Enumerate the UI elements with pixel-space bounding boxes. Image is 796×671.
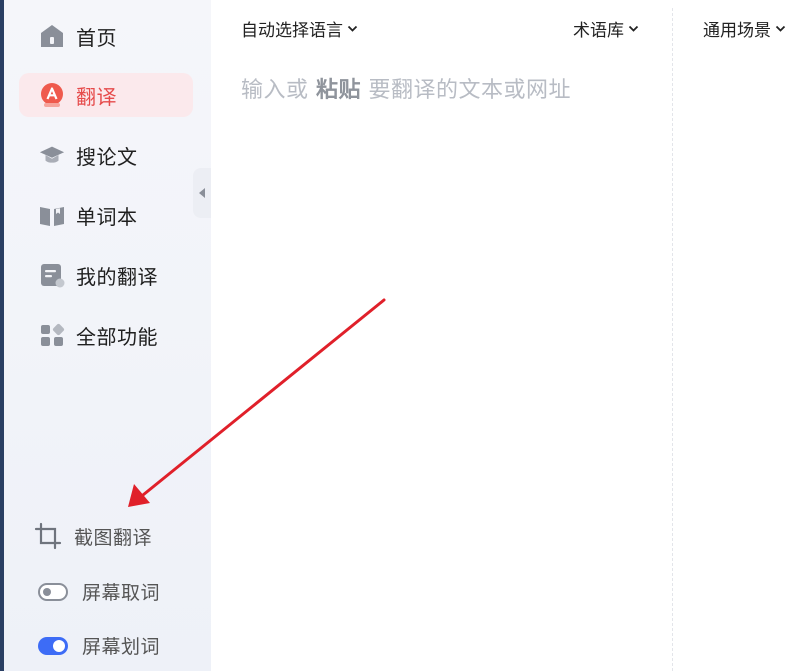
crop-icon xyxy=(34,522,62,550)
placeholder-emphasis: 粘贴 xyxy=(316,78,362,103)
book-icon xyxy=(39,202,65,228)
source-text-input[interactable]: 输入或 粘贴 要翻译的文本或网址 xyxy=(241,72,571,104)
screen-capture-word-label: 屏幕取词 xyxy=(82,582,161,604)
nav-label-all-features: 全部功能 xyxy=(76,324,158,349)
termbase-label: 术语库 xyxy=(573,21,624,41)
screen-select-word-item[interactable]: 屏幕划词 xyxy=(34,632,160,659)
source-language-label: 自动选择语言 xyxy=(241,21,343,41)
nav-item-my-translations[interactable]: 我的翻译 xyxy=(19,253,193,297)
scene-select[interactable]: 通用场景 xyxy=(703,16,786,41)
screen-capture-word-item[interactable]: 屏幕取词 xyxy=(34,578,160,605)
toggle-knob xyxy=(53,639,65,652)
nav-item-search-papers[interactable]: 搜论文 xyxy=(19,133,193,177)
graduation-cap-icon xyxy=(39,142,65,168)
nav-item-translate[interactable]: 翻译 xyxy=(19,73,193,117)
termbase-select[interactable]: 术语库 xyxy=(573,16,639,41)
translate-main-panel: 自动选择语言 术语库 通用场景 输入或 粘贴 要翻译的文本或网址 xyxy=(211,0,796,671)
placeholder-suffix: 要翻译的文本或网址 xyxy=(368,78,572,103)
sidebar-collapse-handle[interactable] xyxy=(193,168,211,218)
placeholder-prefix: 输入或 xyxy=(241,78,309,103)
scene-label: 通用场景 xyxy=(703,21,771,41)
translate-icon xyxy=(39,82,65,108)
chevron-down-icon xyxy=(775,25,786,32)
home-icon xyxy=(39,23,65,49)
nav-item-home[interactable]: 首页 xyxy=(19,14,193,58)
nav-item-all-features[interactable]: 全部功能 xyxy=(19,313,193,357)
chevron-down-icon xyxy=(347,25,358,32)
chevron-down-icon xyxy=(628,25,639,32)
grid-icon xyxy=(39,322,65,348)
screen-select-word-toggle[interactable] xyxy=(38,636,68,655)
screen-select-word-label: 屏幕划词 xyxy=(82,636,161,658)
screenshot-translate-button[interactable]: 截图翻译 xyxy=(34,522,152,550)
nav-label-wordbook: 单词本 xyxy=(76,204,138,229)
screenshot-translate-label: 截图翻译 xyxy=(74,526,153,549)
document-icon xyxy=(39,262,65,288)
toggle-knob xyxy=(43,587,51,596)
sidebar: 首页 翻译 搜论文 单词本 我的翻译 全部功能 截图翻译 屏幕取词 屏幕划词 xyxy=(4,0,211,671)
nav-item-wordbook[interactable]: 单词本 xyxy=(19,193,193,237)
nav-label-my-translations: 我的翻译 xyxy=(76,264,158,289)
source-language-select[interactable]: 自动选择语言 xyxy=(241,16,358,41)
screen-capture-word-toggle[interactable] xyxy=(38,582,68,601)
nav-label-search-papers: 搜论文 xyxy=(76,144,138,169)
nav-label-home: 首页 xyxy=(76,25,117,50)
pane-divider xyxy=(672,8,673,671)
nav-label-translate: 翻译 xyxy=(76,84,117,109)
caret-left-icon xyxy=(199,188,205,198)
